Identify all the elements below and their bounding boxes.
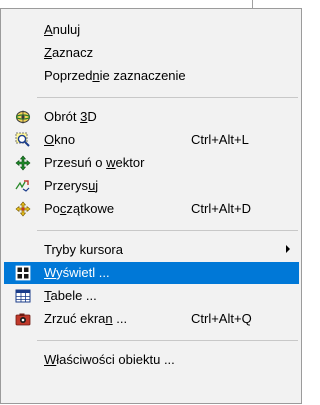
menu-item-tryby-kursora[interactable]: Tryby kursora [4,239,299,261]
menu-item-label: Przerysuj [44,178,99,193]
menu-item-label: Tryby kursora [44,242,123,257]
context-menu: Anuluj Zaznacz Poprzednie zaznaczenie Ob… [0,8,302,404]
menu-item-przerysuj[interactable]: Przerysuj [4,175,299,197]
menu-item-przesun-o-wektor[interactable]: Przesuń o wektor [4,152,299,174]
background-window-edge [252,0,253,8]
menu-item-zaznacz[interactable]: Zaznacz [4,42,299,64]
menu-item-tabele[interactable]: Tabele ... [4,285,299,307]
home-view-icon [15,201,31,217]
menu-item-label: Właściwości obiektu ... [44,352,175,367]
menu-item-shortcut: Ctrl+Alt+L [191,132,249,147]
menu-separator [37,97,298,98]
redraw-icon [15,178,31,194]
menu-separator [37,340,298,341]
menu-item-shortcut: Ctrl+Alt+D [191,201,251,216]
menu-item-label: Przesuń o wektor [44,155,145,170]
pan-move-icon [15,155,31,171]
menu-item-label: Zaznacz [44,45,94,60]
screen: Anuluj Zaznacz Poprzednie zaznaczenie Ob… [0,0,303,405]
menu-item-label: Obrót 3D [44,109,97,124]
menu-item-poczatkowe[interactable]: Początkowe Ctrl+Alt+D [4,198,299,220]
submenu-arrow-icon [286,245,290,253]
menu-item-label: Tabele ... [44,288,97,303]
menu-item-wlasciwosci-obiektu[interactable]: Właściwości obiektu ... [4,349,299,371]
menu-item-zrzuc-ekran[interactable]: Zrzuć ekran ... Ctrl+Alt+Q [4,308,299,330]
menu-item-label: Początkowe [44,201,115,216]
zoom-window-icon [15,132,31,148]
menu-item-label: Okno [44,132,76,147]
menu-item-okno[interactable]: Okno Ctrl+Alt+L [4,129,299,151]
menu-separator [37,230,298,231]
rotate-3d-icon [15,109,31,125]
screenshot-camera-icon [15,311,31,327]
menu-item-shortcut: Ctrl+Alt+Q [191,311,252,326]
menu-item-obrot-3d[interactable]: Obrót 3D [4,106,299,128]
table-icon [15,288,31,304]
menu-item-label: Poprzednie zaznaczenie [44,68,186,83]
menu-item-label: Wyświetl ... [44,265,110,280]
menu-item-label: Anuluj [44,22,81,37]
display-icon [15,265,31,281]
menu-item-anuluj[interactable]: Anuluj [4,19,299,41]
menu-item-label: Zrzuć ekran ... [44,311,128,326]
menu-item-poprzednie-zaznaczenie[interactable]: Poprzednie zaznaczenie [4,65,299,87]
menu-item-wyswietl[interactable]: Wyświetl ... [4,262,299,284]
